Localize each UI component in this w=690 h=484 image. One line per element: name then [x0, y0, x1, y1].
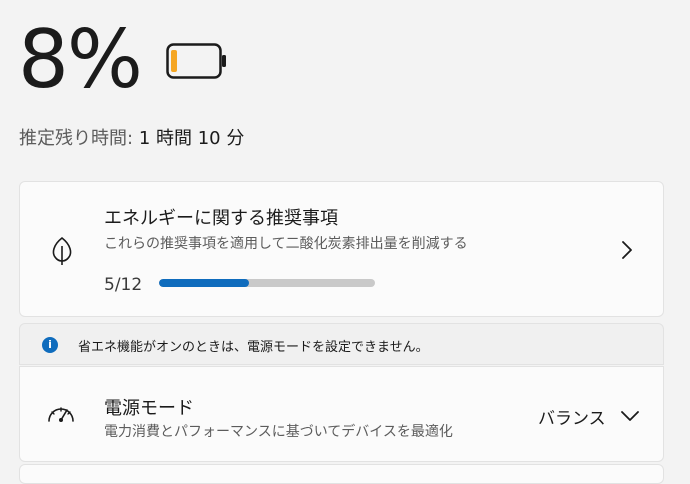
recommendations-title: エネルギーに関する推奨事項 — [104, 208, 338, 229]
remaining-time-label: 推定残り時間: — [19, 128, 134, 149]
next-card-partial — [19, 464, 664, 484]
power-mode-title: 電源モード — [104, 398, 194, 419]
chevron-right-icon[interactable] — [620, 239, 634, 261]
battery-icon — [166, 43, 226, 79]
power-mode-subtitle: 電力消費とパフォーマンスに基づいてデバイスを最適化 — [104, 424, 453, 440]
recommendations-subtitle: これらの推奨事項を適用して二酸化炭素排出量を削減する — [104, 236, 468, 252]
recommendations-progress-text: 5/12 — [104, 275, 143, 295]
info-banner-text: 省エネ機能がオンのときは、電源モードを設定できません。 — [78, 340, 429, 355]
leaf-icon — [52, 236, 72, 265]
chevron-down-icon[interactable] — [620, 410, 640, 422]
battery-percentage: 8% — [18, 13, 143, 106]
recommendations-progress-fill — [159, 279, 249, 287]
gauge-icon — [48, 407, 74, 422]
power-mode-dropdown-value[interactable]: バランス — [538, 404, 606, 429]
info-icon: i — [42, 337, 58, 353]
energy-recommendations-card[interactable]: エネルギーに関する推奨事項 これらの推奨事項を適用して二酸化炭素排出量を削減する… — [19, 181, 664, 317]
remaining-time: 推定残り時間: 1 時間 10 分 — [19, 124, 244, 150]
recommendations-progress-bar — [159, 279, 375, 287]
energy-saver-info-banner: i 省エネ機能がオンのときは、電源モードを設定できません。 — [19, 323, 664, 365]
power-mode-card: 電源モード 電力消費とパフォーマンスに基づいてデバイスを最適化 バランス — [19, 366, 664, 462]
remaining-time-value: 1 時間 10 分 — [138, 128, 245, 149]
